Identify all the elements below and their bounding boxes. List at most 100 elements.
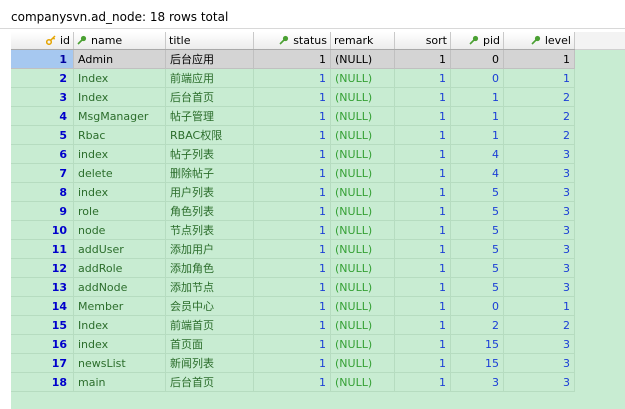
table-row[interactable]: 7 delete 删除帖子 1 (NULL) 1 4 3 xyxy=(11,164,575,183)
cell-status[interactable]: 1 xyxy=(254,88,331,107)
cell-id[interactable]: 2 xyxy=(11,69,74,88)
cell-id[interactable]: 9 xyxy=(11,202,74,221)
cell-level[interactable]: 3 xyxy=(504,278,575,297)
cell-pid[interactable]: 2 xyxy=(451,316,504,335)
cell-pid[interactable]: 5 xyxy=(451,259,504,278)
table-row[interactable]: 13 addNode 添加节点 1 (NULL) 1 5 3 xyxy=(11,278,575,297)
cell-status[interactable]: 1 xyxy=(254,259,331,278)
cell-title[interactable]: 首页面 xyxy=(166,335,254,354)
cell-remark[interactable]: (NULL) xyxy=(331,259,395,278)
cell-remark[interactable]: (NULL) xyxy=(331,278,395,297)
table-row[interactable]: 5 Rbac RBAC权限 1 (NULL) 1 1 2 xyxy=(11,126,575,145)
cell-id[interactable]: 12 xyxy=(11,259,74,278)
cell-id[interactable]: 10 xyxy=(11,221,74,240)
cell-title[interactable]: 前端应用 xyxy=(166,69,254,88)
cell-title[interactable]: 添加节点 xyxy=(166,278,254,297)
cell-sort[interactable]: 1 xyxy=(395,126,451,145)
cell-status[interactable]: 1 xyxy=(254,164,331,183)
table-row[interactable]: 15 Index 前端首页 1 (NULL) 1 2 2 xyxy=(11,316,575,335)
cell-title[interactable]: 角色列表 xyxy=(166,202,254,221)
cell-status[interactable]: 1 xyxy=(254,297,331,316)
cell-remark[interactable]: (NULL) xyxy=(331,69,395,88)
cell-sort[interactable]: 1 xyxy=(395,316,451,335)
cell-remark[interactable]: (NULL) xyxy=(331,126,395,145)
cell-id[interactable]: 4 xyxy=(11,107,74,126)
cell-remark[interactable]: (NULL) xyxy=(331,316,395,335)
column-header-title[interactable]: title xyxy=(166,32,254,49)
cell-id[interactable]: 1 xyxy=(11,50,74,69)
cell-pid[interactable]: 5 xyxy=(451,240,504,259)
cell-sort[interactable]: 1 xyxy=(395,259,451,278)
table-row[interactable]: 6 index 帖子列表 1 (NULL) 1 4 3 xyxy=(11,145,575,164)
cell-pid[interactable]: 0 xyxy=(451,69,504,88)
cell-status[interactable]: 1 xyxy=(254,50,331,69)
cell-title[interactable]: 帖子列表 xyxy=(166,145,254,164)
cell-name[interactable]: addUser xyxy=(74,240,166,259)
cell-id[interactable]: 16 xyxy=(11,335,74,354)
cell-sort[interactable]: 1 xyxy=(395,183,451,202)
cell-name[interactable]: index xyxy=(74,183,166,202)
cell-title[interactable]: 删除帖子 xyxy=(166,164,254,183)
cell-pid[interactable]: 5 xyxy=(451,221,504,240)
cell-title[interactable]: 后台应用 xyxy=(166,50,254,69)
cell-level[interactable]: 3 xyxy=(504,259,575,278)
cell-status[interactable]: 1 xyxy=(254,107,331,126)
cell-pid[interactable]: 4 xyxy=(451,145,504,164)
cell-id[interactable]: 13 xyxy=(11,278,74,297)
cell-title[interactable]: 会员中心 xyxy=(166,297,254,316)
cell-name[interactable]: delete xyxy=(74,164,166,183)
cell-status[interactable]: 1 xyxy=(254,126,331,145)
cell-name[interactable]: index xyxy=(74,145,166,164)
table-row[interactable]: 12 addRole 添加角色 1 (NULL) 1 5 3 xyxy=(11,259,575,278)
cell-remark[interactable]: (NULL) xyxy=(331,88,395,107)
cell-level[interactable]: 3 xyxy=(504,354,575,373)
column-header-remark[interactable]: remark xyxy=(331,32,395,49)
cell-level[interactable]: 3 xyxy=(504,164,575,183)
cell-level[interactable]: 2 xyxy=(504,107,575,126)
cell-status[interactable]: 1 xyxy=(254,202,331,221)
cell-name[interactable]: Admin xyxy=(74,50,166,69)
cell-name[interactable]: MsgManager xyxy=(74,107,166,126)
column-header-name[interactable]: name xyxy=(74,32,166,49)
cell-sort[interactable]: 1 xyxy=(395,335,451,354)
cell-id[interactable]: 3 xyxy=(11,88,74,107)
table-row[interactable]: 11 addUser 添加用户 1 (NULL) 1 5 3 xyxy=(11,240,575,259)
cell-pid[interactable]: 1 xyxy=(451,107,504,126)
column-header-status[interactable]: status xyxy=(254,32,331,49)
cell-title[interactable]: 帖子管理 xyxy=(166,107,254,126)
cell-name[interactable]: Index xyxy=(74,69,166,88)
cell-title[interactable]: 节点列表 xyxy=(166,221,254,240)
cell-sort[interactable]: 1 xyxy=(395,107,451,126)
cell-level[interactable]: 3 xyxy=(504,373,575,392)
cell-level[interactable]: 3 xyxy=(504,145,575,164)
cell-name[interactable]: newsList xyxy=(74,354,166,373)
cell-sort[interactable]: 1 xyxy=(395,354,451,373)
cell-pid[interactable]: 5 xyxy=(451,202,504,221)
cell-sort[interactable]: 1 xyxy=(395,69,451,88)
cell-sort[interactable]: 1 xyxy=(395,202,451,221)
cell-level[interactable]: 3 xyxy=(504,240,575,259)
cell-level[interactable]: 2 xyxy=(504,126,575,145)
table-row[interactable]: 17 newsList 新闻列表 1 (NULL) 1 15 3 xyxy=(11,354,575,373)
cell-remark[interactable]: (NULL) xyxy=(331,297,395,316)
cell-pid[interactable]: 3 xyxy=(451,373,504,392)
cell-remark[interactable]: (NULL) xyxy=(331,164,395,183)
table-row[interactable]: 2 Index 前端应用 1 (NULL) 1 0 1 xyxy=(11,69,575,88)
cell-title[interactable]: 添加用户 xyxy=(166,240,254,259)
cell-id[interactable]: 6 xyxy=(11,145,74,164)
cell-status[interactable]: 1 xyxy=(254,145,331,164)
column-header-id[interactable]: id xyxy=(11,32,74,49)
cell-pid[interactable]: 5 xyxy=(451,183,504,202)
cell-sort[interactable]: 1 xyxy=(395,240,451,259)
cell-sort[interactable]: 1 xyxy=(395,50,451,69)
cell-status[interactable]: 1 xyxy=(254,69,331,88)
cell-id[interactable]: 18 xyxy=(11,373,74,392)
cell-title[interactable]: 添加角色 xyxy=(166,259,254,278)
cell-name[interactable]: addRole xyxy=(74,259,166,278)
cell-name[interactable]: node xyxy=(74,221,166,240)
data-grid[interactable]: id name title status remark sort pid level 1 Adm… xyxy=(11,32,625,409)
cell-title[interactable]: RBAC权限 xyxy=(166,126,254,145)
cell-id[interactable]: 14 xyxy=(11,297,74,316)
table-row[interactable]: 16 index 首页面 1 (NULL) 1 15 3 xyxy=(11,335,575,354)
table-row[interactable]: 18 main 后台首页 1 (NULL) 1 3 3 xyxy=(11,373,575,392)
